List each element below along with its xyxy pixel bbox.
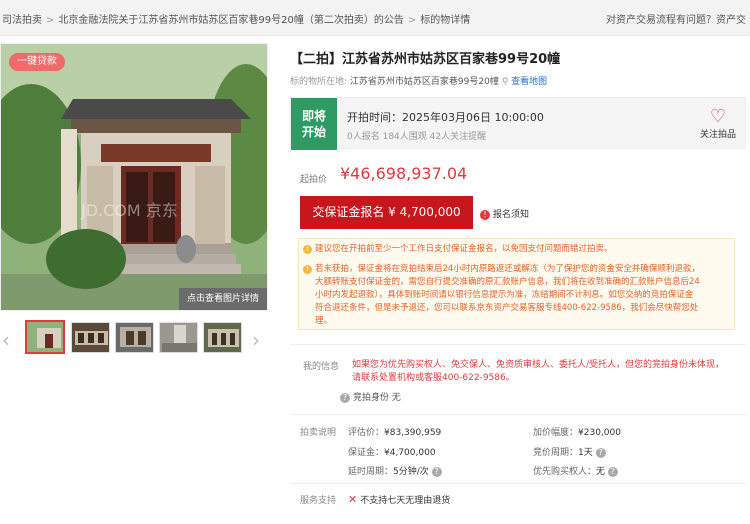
- map-pin-icon: ⚲: [501, 77, 509, 87]
- chevron-left-icon[interactable]: ‹: [2, 328, 10, 352]
- starting-price: ¥46,698,937.04: [340, 164, 468, 183]
- follow-label: 关注拍品: [699, 130, 736, 140]
- heart-plus-icon: ♡: [709, 106, 727, 127]
- watermark: JD.COM 京东: [80, 201, 178, 220]
- tip-text: 理。: [315, 316, 333, 326]
- follow-button[interactable]: ♡ 关注拍品: [697, 106, 739, 141]
- question-icon[interactable]: ?: [595, 448, 606, 458]
- page-title: 【二拍】江苏省苏州市姑苏区百家巷99号20幢: [290, 52, 561, 67]
- courtyard-photo: JD.COM 京东: [1, 44, 267, 310]
- alert-icon: !: [480, 210, 490, 220]
- my-info-line: 请联系处置机构或客服400-622-9586。: [352, 373, 515, 383]
- status-line-1: 即将: [301, 109, 326, 123]
- bidding-cycle: 竞价周期：1天 ?: [533, 445, 609, 458]
- bulb-icon: !: [303, 245, 312, 254]
- participation-counts: 0人报名 184人围观 42人关注提醒: [347, 132, 487, 142]
- registration-notice-label: 报名须知: [493, 210, 530, 220]
- start-time: 开拍时间：2025年03月06日 10:00:00: [347, 111, 544, 124]
- divider: [290, 483, 746, 484]
- location-value: 江苏省苏州市姑苏区百家巷99号20幢: [349, 77, 499, 87]
- breadcrumb-item-notice[interactable]: 北京金融法院关于江苏省苏州市姑苏区百家巷99号20幢（第二次拍卖）的公告: [58, 15, 403, 26]
- my-info-label: 我的信息: [303, 362, 340, 372]
- breadcrumb: 司法拍卖 > 北京金融法院关于江苏省苏州市姑苏区百家巷99号20幢（第二次拍卖）的公…: [2, 11, 470, 26]
- my-info-line: 如果您为优先购买权人、免交保人、免资质审核人、委托人/受托人，但您的竞拍身份未体…: [352, 360, 725, 370]
- question-icon[interactable]: ?: [340, 393, 350, 403]
- delay-period: 延时周期：5分钟/次 ?: [348, 464, 445, 477]
- thumbnail[interactable]: [159, 322, 198, 353]
- bid-identity: ? 竞拍身份 无: [340, 390, 401, 403]
- location-label: 标的物所在地:: [290, 77, 348, 87]
- thumbnail-strip: ‹ ›: [0, 318, 275, 360]
- tips-panel: ! 建议您在开拍前至少一个工作日支付保证金报名，以免因支付问题而错过拍卖。 ! …: [298, 238, 735, 330]
- help-link[interactable]: 对资产交易流程有问题？资产交: [606, 11, 746, 26]
- breadcrumb-bar: 司法拍卖 > 北京金融法院关于江苏省苏州市姑苏区百家巷99号20幢（第二次拍卖）的公…: [0, 0, 750, 36]
- breadcrumb-separator: >: [407, 15, 417, 26]
- status-badge: 即将 开始: [291, 98, 337, 150]
- deposit-amount: 保证金：¥4,700,000: [348, 448, 436, 458]
- pay-deposit-register-button[interactable]: 交保证金报名 ¥ 4,700,000: [300, 196, 473, 229]
- thumbnail[interactable]: [71, 322, 110, 353]
- auction-status-panel: 即将 开始 开拍时间：2025年03月06日 10:00:00 0人报名 184…: [290, 97, 746, 150]
- main-image[interactable]: JD.COM 京东 一键贷款: [0, 43, 268, 311]
- tip-text: 小时内发起退款），具体到账时间请以银行信息提示为准，冻结期间不计利息。如您交纳的…: [315, 290, 694, 300]
- breadcrumb-item-detail: 标的物详情: [420, 15, 471, 26]
- breadcrumb-separator: >: [46, 15, 55, 26]
- thumbnail[interactable]: [203, 322, 242, 353]
- tip-text: 若未获拍，保证金将在竞拍结束后24小时内原路返还或解冻（为了保护您的资金安全并确…: [315, 264, 700, 274]
- tip-text: 建议您在开拍前至少一个工作日支付保证金报名，以免因支付问题而错过拍卖。: [315, 244, 613, 254]
- service-support-label: 服务支持: [300, 496, 337, 506]
- chevron-right-icon[interactable]: ›: [252, 328, 260, 352]
- divider: [290, 344, 746, 345]
- question-icon[interactable]: ?: [431, 467, 442, 477]
- status-line-2: 开始: [301, 125, 326, 139]
- close-icon: ✕: [348, 493, 358, 506]
- my-info-text: 如果您为优先购买权人、免交保人、免资质审核人、委托人/受托人，但您的竞拍身份未体…: [352, 359, 737, 385]
- view-image-details-button[interactable]: 点击查看图片详情: [179, 288, 267, 310]
- location-row: 标的物所在地: 江苏省苏州市姑苏区百家巷99号20幢 ⚲ 查看地图: [290, 74, 547, 87]
- thumbnail[interactable]: [25, 320, 65, 354]
- thumbnail[interactable]: [115, 322, 154, 353]
- registration-notice-link[interactable]: ! 报名须知: [480, 207, 529, 220]
- starting-price-label: 起拍价: [300, 175, 328, 185]
- bulb-icon: !: [303, 265, 312, 274]
- service-support: ✕ 不支持七天无理由退货: [348, 493, 450, 506]
- tip-text: 大额转账支付保证金的，需您自行提交准确的原汇款账户信息，我们将在收到准确的汇款账…: [315, 277, 700, 287]
- service-support-text: 不支持七天无理由退货: [360, 496, 451, 506]
- priority-buyer: 优先购买权人：无 ?: [533, 464, 621, 477]
- tip-text: 符合退还条件，但是未予退还，您可以联系京东资产交易客服专线400-622-958…: [315, 303, 699, 313]
- auction-info-label: 拍卖说明: [300, 428, 337, 438]
- question-icon[interactable]: ?: [607, 467, 618, 477]
- loan-badge[interactable]: 一键贷款: [9, 53, 65, 71]
- appraisal-value: 评估价：¥83,390,959: [348, 428, 442, 438]
- view-map-link[interactable]: 查看地图: [511, 77, 547, 87]
- breadcrumb-item-judicial[interactable]: 司法拍卖: [2, 15, 42, 26]
- divider: [290, 414, 746, 415]
- bid-increment: 加价幅度：¥230,000: [533, 428, 621, 438]
- bid-identity-value: 竞拍身份 无: [353, 393, 401, 403]
